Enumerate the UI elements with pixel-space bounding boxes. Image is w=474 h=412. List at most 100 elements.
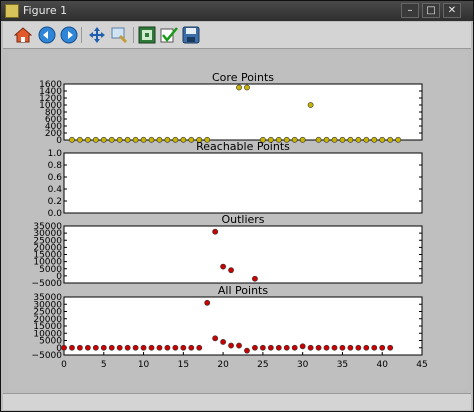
data-point: [275, 344, 282, 351]
x-tick-label: 20: [217, 360, 229, 370]
data-point: [259, 344, 266, 351]
data-point: [164, 344, 171, 351]
data-point: [244, 347, 250, 354]
data-point: [291, 344, 298, 351]
data-point: [196, 344, 203, 351]
data-point: [156, 136, 163, 143]
y-tick-label: 0.8: [48, 161, 63, 171]
subplot-title: All Points: [218, 284, 268, 297]
data-point: [140, 136, 147, 143]
data-point: [379, 136, 386, 143]
data-point: [140, 344, 147, 351]
configure-subplots-icon: [138, 26, 156, 44]
forward-button[interactable]: [59, 25, 79, 45]
data-point: [252, 344, 258, 351]
data-point: [84, 136, 91, 143]
minimize-icon: –: [407, 4, 413, 16]
x-tick-label: 40: [376, 360, 388, 370]
data-point: [204, 299, 211, 306]
data-point: [228, 342, 234, 349]
plot-area: Core Points02004006008001000120014001600…: [32, 71, 428, 370]
y-tick-label: 1.0: [48, 149, 63, 159]
data-point: [100, 136, 107, 143]
toolbar-separator: [81, 27, 82, 43]
data-point: [61, 344, 67, 351]
data-point: [77, 344, 83, 351]
y-tick-label: 0.4: [48, 185, 63, 195]
data-point: [100, 344, 107, 351]
navigation-toolbar: [3, 22, 471, 49]
data-point: [228, 267, 234, 274]
data-point: [363, 344, 370, 351]
zoom-button[interactable]: [109, 25, 129, 45]
x-tick-label: 25: [257, 360, 268, 370]
home-button[interactable]: [13, 25, 33, 45]
app-icon: [5, 4, 19, 18]
data-point: [291, 136, 298, 143]
data-point: [69, 344, 75, 351]
data-point: [132, 344, 139, 351]
data-point: [283, 344, 290, 351]
data-point: [347, 344, 354, 351]
status-bar: [3, 393, 471, 410]
edit-parameters-button[interactable]: [159, 25, 179, 45]
data-point: [124, 136, 131, 143]
close-icon: ✕: [447, 4, 457, 16]
data-point: [267, 344, 274, 351]
data-point: [299, 136, 306, 143]
data-point: [299, 343, 306, 350]
maximize-button[interactable]: □: [422, 3, 440, 18]
window-title: Figure 1: [23, 4, 68, 17]
save-button[interactable]: [181, 25, 201, 45]
x-tick-label: 15: [178, 360, 189, 370]
figure-window: Figure 1 – □ ✕ Core Points 0 200 400 600…: [0, 0, 474, 412]
data-point: [307, 344, 314, 351]
forward-arrow-icon: [60, 26, 78, 44]
data-point: [355, 136, 362, 143]
data-point: [77, 136, 83, 143]
axes-frame: [63, 152, 423, 214]
title-bar[interactable]: Figure 1 – □ ✕: [1, 1, 473, 21]
x-tick-label: 10: [138, 360, 150, 370]
pan-icon: [89, 27, 105, 43]
edit-checkmark-icon: [160, 27, 178, 43]
back-button[interactable]: [37, 25, 57, 45]
y-tick-label: 0.2: [48, 197, 62, 207]
data-point: [164, 136, 171, 143]
data-point: [323, 344, 330, 351]
pan-button[interactable]: [87, 25, 107, 45]
close-button[interactable]: ✕: [443, 3, 461, 18]
y-tick-label: 0.0: [48, 209, 63, 219]
data-point: [212, 335, 219, 342]
data-point: [347, 136, 354, 143]
y-tick-label: 35000: [33, 293, 62, 303]
x-tick-label: 30: [297, 360, 309, 370]
x-tick-label: 35: [337, 360, 348, 370]
x-tick-label: 5: [101, 360, 107, 370]
data-point: [323, 136, 330, 143]
data-point: [371, 136, 378, 143]
data-point: [339, 136, 346, 143]
data-point: [331, 136, 338, 143]
data-point: [315, 344, 322, 351]
minimize-button[interactable]: –: [401, 3, 419, 18]
data-point: [188, 136, 195, 143]
data-point: [132, 136, 139, 143]
data-point: [108, 136, 115, 143]
data-point: [124, 344, 131, 351]
data-point: [212, 228, 219, 235]
data-point: [387, 136, 394, 143]
data-point: [116, 136, 123, 143]
zoom-icon: [111, 27, 128, 44]
data-point: [180, 136, 187, 143]
subplot-title: Outliers: [221, 213, 264, 226]
data-point: [387, 344, 394, 351]
home-icon: [14, 27, 32, 43]
configure-subplots-button[interactable]: [137, 25, 157, 45]
subplot-title: Core Points: [212, 71, 274, 84]
figure-canvas[interactable]: Core Points 0 200 400 600 800 1000 1200 1400 1600…: [8, 51, 468, 389]
data-point: [220, 263, 227, 270]
y-tick-label: 35000: [33, 222, 62, 232]
data-point: [220, 339, 227, 345]
data-point: [92, 344, 99, 351]
